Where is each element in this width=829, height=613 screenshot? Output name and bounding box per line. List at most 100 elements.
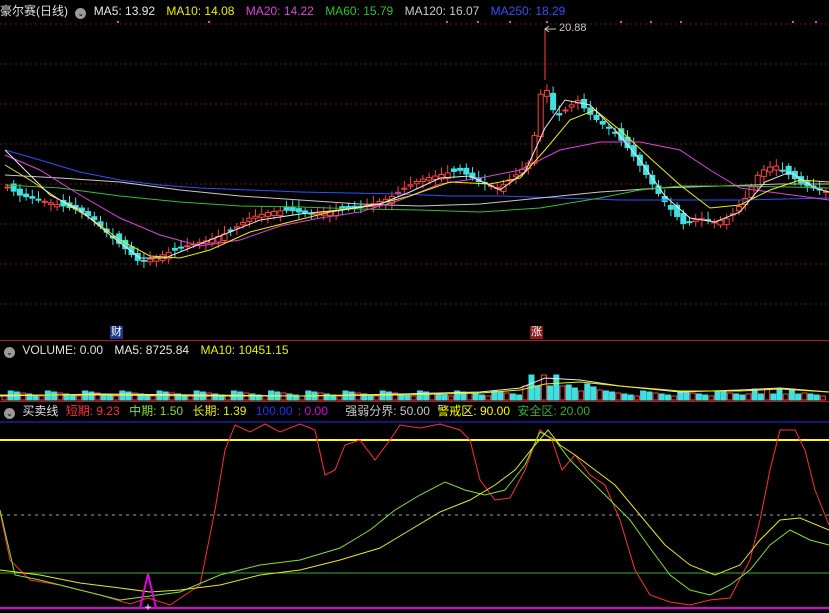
candle-body [550,92,557,111]
candle-body [692,219,699,223]
volume-bar [224,395,231,401]
candle-body [4,186,11,189]
volume-bar [807,393,814,401]
indicator-alert: 警戒区: 90.00 [437,404,510,418]
candle-body [605,126,612,129]
volume-bar [646,391,653,401]
volume-bar [708,395,715,401]
volume-bar [385,391,392,401]
indicator-legend: ⌄ 买卖线 短期: 9.23 中期: 1.50 长期: 1.39 100.00 … [0,403,598,419]
indicator-100: 100.00 [255,404,293,418]
volume-collapse-icon[interactable]: ⌄ [4,347,15,358]
volume-bar [819,395,826,401]
candle-body [760,169,767,177]
volume-bar [602,390,609,401]
chart-canvas[interactable]: + [0,0,829,613]
candle-body [593,114,600,121]
volume-bar [652,392,659,401]
volume-bar [615,392,622,401]
volume-bar [503,392,510,401]
indicator-lines-static [0,421,829,609]
volume-bar [51,391,58,401]
indicator-collapse-icon[interactable]: ⌄ [4,408,15,419]
ma250-label: MA250: 18.29 [490,4,566,18]
indicator-0: : 0.00 [297,404,328,418]
volume-bar [801,392,808,401]
volume-bar [75,395,82,401]
volume-bar [466,392,473,401]
volume-bar [547,385,554,401]
candle-body [41,200,48,203]
volume-bar [280,392,287,401]
volume-bar [404,394,411,401]
volume-bar [410,395,417,401]
candle-body [16,188,23,196]
stock-title[interactable]: 豪尔赛(日线) [0,4,68,18]
volume-bar [416,390,423,401]
volume-bar [497,391,504,401]
candle-body [450,168,457,172]
volume-bar [516,394,523,401]
candle-body [240,221,247,226]
ma60-label: MA60: 15.79 [325,4,394,18]
volume-bar [813,394,820,401]
candle-body [537,93,544,138]
volume-ma10: MA10: 10451.15 [200,343,289,357]
collapse-icon[interactable]: ⌄ [75,8,87,19]
candle-body [401,187,408,190]
volume-bar [1,395,8,401]
volume-bar [739,394,746,401]
candle-body [426,177,433,181]
main-legend: 豪尔赛(日线) ⌄ MA5: 13.92 MA10: 14.08 MA20: 1… [0,3,573,19]
volume-bar [261,395,268,401]
volume-bar [689,392,696,401]
ma5-label: MA5: 13.92 [93,4,156,18]
candle-body [618,128,625,141]
volume-bar [571,387,578,401]
volume-bar [776,388,783,401]
volume-bar [565,384,572,401]
indicator-long: 长期: 1.39 [192,404,247,418]
volume-bar [447,395,454,401]
candle-body [543,89,550,97]
volume-bar [472,393,479,401]
volume-bar [683,391,690,401]
indicator-short: 短期: 9.23 [65,404,120,418]
volume-bar [757,393,764,401]
volume-bar [764,388,771,401]
volume-bar [317,392,324,401]
volume-bar [125,391,132,401]
volume-bar [187,395,194,401]
volume-bar [38,395,45,401]
volume-bar [286,393,293,401]
volume-bar [69,394,76,401]
candle-body [407,184,414,187]
indicator-safe: 安全区: 20.00 [517,404,591,418]
candle-body [463,167,470,175]
volume-bar [534,385,541,401]
volume-bar [373,395,380,401]
candlesticks [4,29,829,268]
volume-bar [590,386,597,401]
volume-bar [671,395,678,401]
ma250-line [4,149,829,201]
candle-body [419,178,426,182]
volume-title: VOLUME: 0.00 [22,343,104,357]
mid-curve [0,431,829,601]
zhang-marker[interactable]: 涨 [530,326,543,339]
volume-bar [633,395,640,401]
volume-bar [243,392,250,401]
volume-bar [640,390,647,401]
volume-bar [627,394,634,401]
volume-bar [106,394,113,401]
candle-body [264,211,271,217]
candle-body [277,210,284,217]
candle-body [47,202,54,205]
candle-body [54,203,61,208]
candle-body [599,121,606,125]
candle-body [562,109,569,112]
candle-body [413,180,420,185]
cai-marker[interactable]: 财 [110,326,123,339]
candle-body [23,193,30,198]
candle-body [680,212,687,225]
